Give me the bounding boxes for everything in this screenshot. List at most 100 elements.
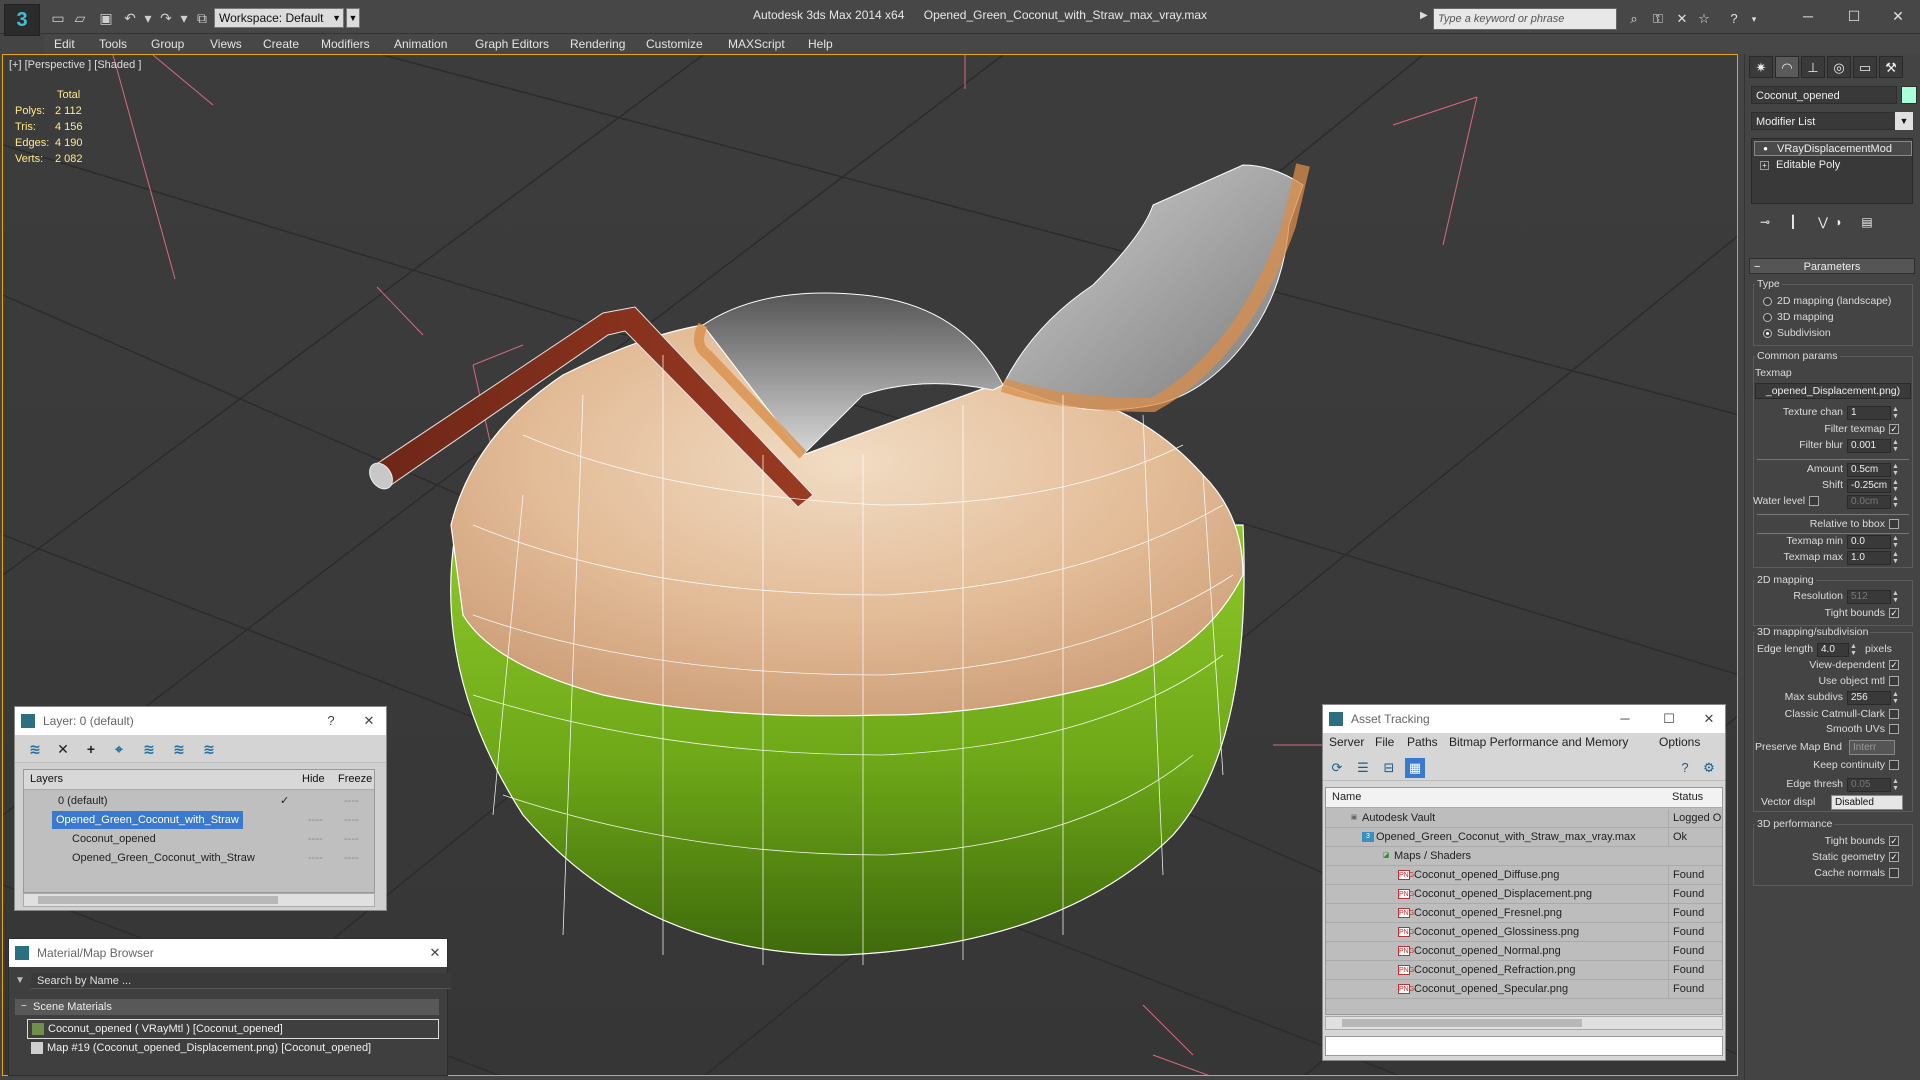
column-status[interactable]: Status [1672, 791, 1703, 803]
menu-graph-editors[interactable]: Graph Editors [475, 34, 549, 54]
max-subdivs-spinner[interactable]: 256 ▲ ▼ [1847, 691, 1899, 705]
asset-row[interactable]: PNG Coconut_opened_Specular.png Found [1326, 980, 1722, 999]
texmap-max-spinner[interactable]: 1.0 ▲ ▼ [1847, 551, 1899, 565]
search-input[interactable]: Type a keyword or phrase [1433, 8, 1617, 30]
hide-toggle[interactable]: ---- [308, 849, 323, 867]
delete-layer-icon[interactable]: ✕ [53, 740, 73, 758]
spinner-arrows-icon[interactable]: ▲ ▼ [1850, 643, 1860, 657]
utilities-tab-icon[interactable]: ⚒ [1879, 56, 1903, 78]
menu-views[interactable]: Views [210, 34, 242, 54]
spinner-arrows-icon[interactable]: ▲ ▼ [1892, 691, 1902, 705]
static-geometry-checkbox[interactable]: ✓ [1889, 852, 1899, 862]
menu-server[interactable]: Server [1329, 735, 1364, 749]
texture-chan-spinner[interactable]: 1 ▲ ▼ [1847, 406, 1899, 420]
classic-catmull-checkbox[interactable] [1889, 709, 1899, 719]
menu-tools[interactable]: Tools [99, 34, 127, 54]
menu-maxscript[interactable]: MAXScript [728, 34, 785, 54]
browser-options-icon[interactable]: ▼ [15, 975, 25, 986]
menu-help[interactable]: Help [808, 34, 833, 54]
spinner-arrows-icon[interactable]: ▲ ▼ [1892, 551, 1902, 565]
smooth-uvs-checkbox[interactable] [1889, 724, 1899, 734]
binoculars-icon[interactable]: ⌕ [1624, 9, 1644, 29]
minimize-button[interactable]: ─ [1788, 4, 1828, 28]
stack-item-vray-displacement[interactable]: ● VRayDisplacementMod [1754, 141, 1912, 156]
water-level-checkbox[interactable] [1809, 496, 1819, 506]
modify-tab-icon[interactable]: ◠ [1775, 56, 1799, 78]
help-icon[interactable]: ? [1724, 9, 1744, 29]
asset-row[interactable]: PNG Coconut_opened_Glossiness.png Found [1326, 923, 1722, 942]
chevron-down-icon[interactable]: ▼ [1895, 112, 1913, 130]
lightbulb-icon[interactable]: ● [1761, 145, 1770, 154]
spinner-arrows-icon[interactable]: ▲ ▼ [1892, 495, 1902, 509]
scene-materials-group[interactable]: − Scene Materials [15, 999, 439, 1015]
menu-group[interactable]: Group [151, 34, 184, 54]
maximize-button[interactable]: ☐ [1834, 4, 1874, 28]
freeze-all-icon[interactable]: ≋ [199, 740, 219, 758]
parameters-rollout-header[interactable]: − Parameters [1749, 258, 1915, 274]
hide-toggle[interactable]: ---- [308, 811, 323, 829]
layer-window-titlebar[interactable]: Layer: 0 (default) ? ✕ [15, 707, 386, 735]
layer-row[interactable]: Opened_Green_Coconut_with_Straw ---- ---… [24, 849, 376, 868]
preserve-map-select[interactable]: Interr [1849, 740, 1895, 755]
refresh-icon[interactable]: ⟳ [1327, 758, 1347, 778]
modifier-list-select[interactable]: Modifier List [1751, 112, 1913, 130]
menu-options[interactable]: Options [1659, 735, 1700, 749]
motion-tab-icon[interactable]: ◎ [1827, 56, 1851, 78]
tight-bounds-checkbox[interactable]: ✓ [1889, 608, 1899, 618]
expand-icon[interactable]: + [1760, 161, 1769, 170]
hide-toggle[interactable]: ---- [308, 830, 323, 848]
spinner-arrows-icon[interactable]: ▲ ▼ [1892, 590, 1902, 604]
perf-tight-bounds-checkbox[interactable]: ✓ [1889, 836, 1899, 846]
menu-modifiers[interactable]: Modifiers [321, 34, 370, 54]
layer-row-selected[interactable]: Opened_Green_Coconut_with_Straw ---- ---… [24, 811, 376, 830]
horizontal-scrollbar[interactable] [1325, 1016, 1723, 1030]
close-button[interactable]: ✕ [357, 707, 381, 735]
menu-customize[interactable]: Customize [646, 34, 703, 54]
spinner-arrows-icon[interactable]: ▲ ▼ [1892, 479, 1902, 493]
list-view-icon[interactable]: ☰ [1353, 758, 1373, 778]
viewport-label[interactable]: [+] [Perspective ] [Shaded ] [9, 59, 141, 71]
make-unique-icon[interactable]: ⋁ [1815, 214, 1831, 230]
column-layers[interactable]: Layers [30, 773, 63, 785]
communication-center-icon[interactable]: ✕ [1672, 9, 1692, 29]
edge-thresh-spinner[interactable]: 0.05 ▲ ▼ [1847, 778, 1899, 792]
menu-create[interactable]: Create [263, 34, 299, 54]
asset-row[interactable]: PNG Coconut_opened_Refraction.png Found [1326, 961, 1722, 980]
remove-modifier-icon[interactable]: ◗ [1831, 214, 1847, 230]
layer-row[interactable]: 0 (default) ✓ ---- [24, 792, 376, 811]
shift-spinner[interactable]: -0.25cm ▲ ▼ [1847, 479, 1899, 493]
new-layer-icon[interactable]: ≋ [25, 740, 45, 758]
asset-row[interactable]: PNG Coconut_opened_Displacement.png Foun… [1326, 885, 1722, 904]
table-view-icon[interactable]: ▦ [1405, 758, 1425, 778]
vault-settings-icon[interactable]: ⚙ [1699, 758, 1719, 778]
minimize-button[interactable]: ─ [1613, 705, 1637, 733]
texmap-min-spinner[interactable]: 0.0 ▲ ▼ [1847, 535, 1899, 549]
menu-animation[interactable]: Animation [394, 34, 447, 54]
configure-modifier-sets-icon[interactable]: ▤ [1859, 214, 1875, 230]
favorites-star-icon[interactable]: ☆ [1694, 9, 1714, 29]
hierarchy-tab-icon[interactable]: ⊥ [1801, 56, 1825, 78]
use-object-mtl-checkbox[interactable] [1889, 676, 1899, 686]
hide-all-icon[interactable]: ≋ [169, 740, 189, 758]
spinner-arrows-icon[interactable]: ▲ ▼ [1892, 439, 1902, 453]
resolution-spinner[interactable]: 512 ▲ ▼ [1847, 590, 1899, 604]
view-dependent-checkbox[interactable]: ✓ [1889, 660, 1899, 670]
filter-texmap-checkbox[interactable]: ✓ [1889, 424, 1899, 434]
filter-blur-spinner[interactable]: 0.001 ▲ ▼ [1847, 439, 1899, 453]
create-tab-icon[interactable]: ✷ [1749, 56, 1773, 78]
asset-row[interactable]: PNG Coconut_opened_Fresnel.png Found [1326, 904, 1722, 923]
radio-3d-mapping[interactable] [1763, 313, 1772, 322]
close-button[interactable]: ✕ [1697, 705, 1721, 733]
column-name[interactable]: Name [1332, 791, 1361, 803]
object-name-field[interactable]: Coconut_opened [1751, 86, 1897, 104]
menu-rendering[interactable]: Rendering [570, 34, 625, 54]
vector-displ-select[interactable]: Disabled [1831, 795, 1903, 810]
tree-view-icon[interactable]: ⊟ [1379, 758, 1399, 778]
hide-toggle[interactable]: ✓ [280, 792, 289, 810]
asset-row[interactable]: PNG Coconut_opened_Diffuse.png Found [1326, 866, 1722, 885]
map-item[interactable]: Map #19 (Coconut_opened_Displacement.png… [27, 1039, 439, 1059]
spinner-arrows-icon[interactable]: ▲ ▼ [1892, 535, 1902, 549]
search-input[interactable]: Search by Name ... [31, 973, 451, 989]
asset-row-vault[interactable]: ▣ Autodesk Vault Logged O [1326, 809, 1722, 828]
help-icon[interactable]: ? [1675, 758, 1695, 778]
